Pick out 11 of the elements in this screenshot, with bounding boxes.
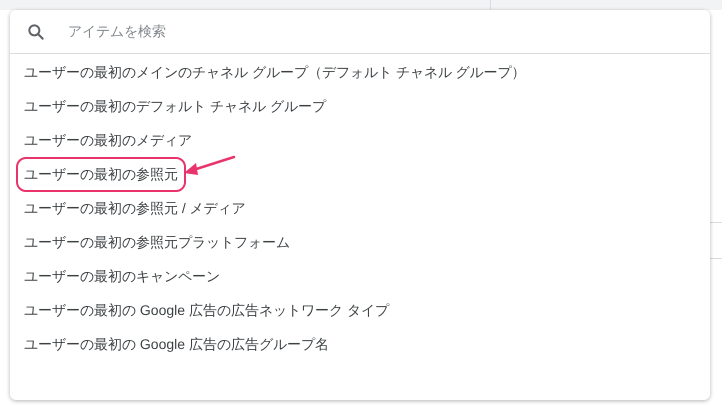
menu-item[interactable]: ユーザーの最初のキャンペーン	[16, 258, 228, 294]
menu-item[interactable]: ユーザーの最初の参照元 / メディア	[16, 190, 254, 226]
search-field[interactable]: アイテムを検索	[68, 21, 694, 42]
menu-item[interactable]: ユーザーの最初の参照元プラットフォーム	[16, 224, 298, 260]
menu-item[interactable]: ユーザーの最初の Google 広告の広告グループ名	[16, 326, 337, 362]
search-icon	[26, 22, 46, 42]
menu-item[interactable]: ユーザーの最初のメディア	[16, 122, 200, 158]
menu-item[interactable]: ユーザーの最初のメインのチャネル グループ（デフォルト チャネル グループ）	[16, 54, 534, 90]
menu-item[interactable]: ユーザーの最初の参照元	[16, 156, 186, 192]
menu-item[interactable]: ユーザーの最初のデフォルト チャネル グループ	[16, 88, 334, 124]
menu-item[interactable]: ユーザーの最初の Google 広告の広告ネットワーク タイプ	[16, 292, 397, 328]
